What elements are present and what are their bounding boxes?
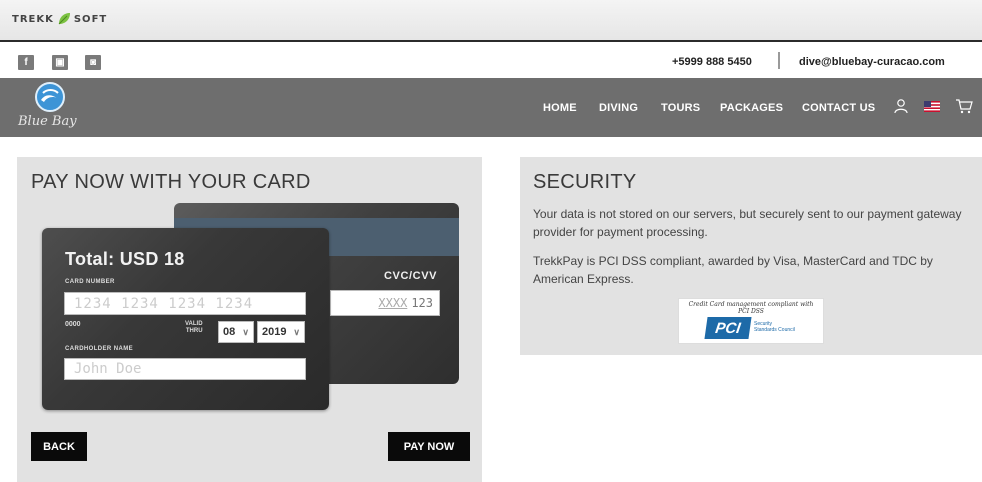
year-select[interactable]: 2019 ∨ [257, 321, 305, 343]
card-zeros-text: 0000 [65, 321, 81, 328]
instagram-icon[interactable]: ◙ [85, 55, 101, 70]
payment-title: PAY NOW WITH YOUR CARD [31, 171, 311, 193]
nav-packages[interactable]: PACKAGES [720, 102, 783, 114]
bluebay-logo-text: Blue Bay [18, 114, 77, 129]
chevron-down-icon: ∨ [242, 326, 249, 337]
youtube-icon[interactable]: ▣ [52, 55, 68, 70]
cardholder-input[interactable]: John Doe [64, 358, 306, 380]
nav-home[interactable]: HOME [543, 102, 577, 114]
instagram-glyph: ◙ [89, 57, 97, 68]
cvc-input[interactable]: XXXX 123 [330, 290, 440, 316]
cardholder-label: CARDHOLDER NAME [65, 346, 133, 352]
pay-now-button[interactable]: PAY NOW [388, 432, 470, 461]
wave-logo-icon [35, 82, 65, 112]
contact-separator [778, 52, 780, 69]
trekksoft-logo[interactable]: TREKK SOFT [12, 11, 107, 27]
back-button[interactable]: BACK [31, 432, 87, 461]
email-link[interactable]: dive@bluebay-curacao.com [799, 56, 945, 68]
pci-badge-caption: Credit Card management compliant with PC… [688, 301, 814, 315]
cart-icon[interactable] [955, 98, 973, 114]
pci-badge-subtext: Security Standards Council [754, 321, 795, 333]
nav-diving[interactable]: DIVING [599, 102, 638, 114]
pci-sub-line2: Standards Council [754, 327, 795, 333]
cvc-placeholder: XXXX [378, 296, 408, 310]
user-icon[interactable] [893, 98, 909, 114]
card-number-label: CARD NUMBER [65, 279, 115, 285]
month-value: 08 [223, 326, 236, 338]
phone-link[interactable]: +5999 888 5450 [672, 56, 752, 68]
security-paragraph-1: Your data is not stored on our servers, … [533, 207, 962, 239]
card-number-input[interactable]: 1234 1234 1234 1234 [64, 292, 306, 315]
facebook-icon[interactable]: f [18, 55, 34, 70]
facebook-glyph: f [24, 57, 28, 68]
valid-label-line2: THRU [185, 328, 203, 334]
security-paragraph-2: TrekkPay is PCI DSS compliant, awarded b… [533, 254, 933, 286]
leaf-icon [58, 13, 70, 25]
trekksoft-logo-left: TREKK [12, 13, 54, 25]
us-flag-icon[interactable] [924, 101, 940, 112]
chevron-down-icon: ∨ [293, 326, 300, 337]
security-title: SECURITY [533, 171, 637, 193]
nav-tours[interactable]: TOURS [661, 102, 700, 114]
year-value: 2019 [262, 326, 287, 338]
cvc-label: CVC/CVV [384, 270, 438, 282]
trekksoft-logo-right: SOFT [73, 13, 108, 25]
youtube-glyph: ▣ [55, 57, 65, 68]
total-amount: Total: USD 18 [65, 249, 185, 269]
cvc-value: 123 [411, 296, 433, 310]
nav-contact-us[interactable]: CONTACT US [802, 102, 875, 114]
pci-logo-icon: PCI [704, 317, 752, 339]
month-select[interactable]: 08 ∨ [218, 321, 254, 343]
valid-thru-label: VALID THRU [185, 321, 203, 335]
valid-label-line1: VALID [185, 321, 203, 327]
trekksoft-bar [0, 0, 982, 40]
